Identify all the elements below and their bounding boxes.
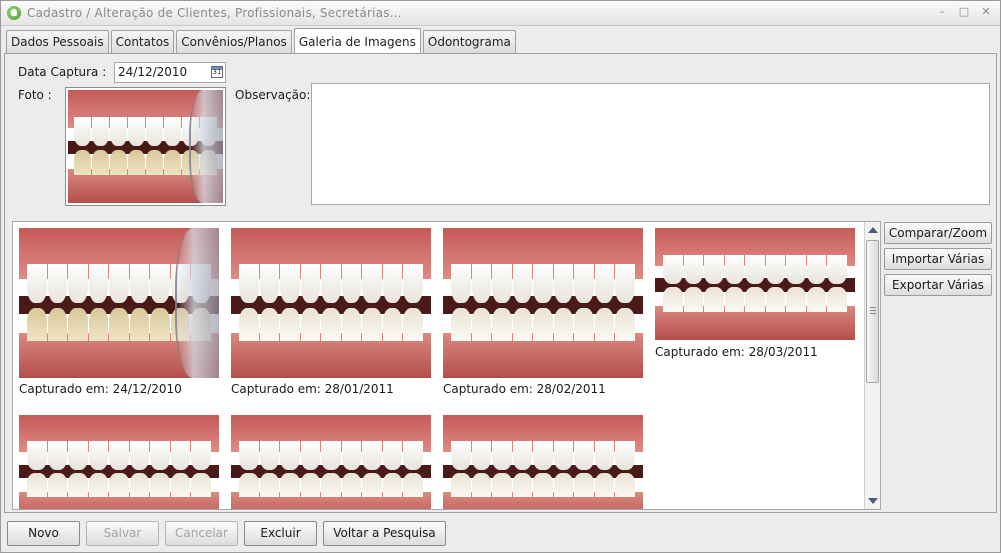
- gallery-scrollbar[interactable]: [864, 222, 880, 509]
- gallery-thumbnail[interactable]: [225, 409, 437, 509]
- export-multiple-button[interactable]: Exportar Várias: [884, 274, 992, 296]
- tab-odontograma[interactable]: Odontograma: [422, 30, 516, 53]
- maximize-icon[interactable]: □: [958, 6, 970, 18]
- gallery-thumbnail[interactable]: Capturado em: 28/02/2011: [437, 222, 649, 407]
- selected-photo[interactable]: [65, 87, 226, 206]
- tooth-logo-icon: [7, 6, 21, 20]
- teeth-photo-image: [19, 415, 219, 509]
- date-capture-label: Data Captura :: [18, 65, 107, 79]
- compare-zoom-button[interactable]: Comparar/Zoom: [884, 222, 992, 244]
- minimize-icon[interactable]: –: [936, 6, 948, 18]
- teeth-photo-image: [443, 228, 643, 378]
- gallery-thumbnail[interactable]: Capturado em: 28/01/2011: [225, 222, 437, 407]
- gallery-thumbnail[interactable]: Capturado em: 28/03/2011: [649, 222, 861, 370]
- tab-dados-pessoais[interactable]: Dados Pessoais: [6, 30, 109, 53]
- gallery-thumbnail[interactable]: [13, 409, 225, 509]
- teeth-photo-image: [19, 228, 219, 378]
- teeth-photo-image: [655, 228, 855, 340]
- save-button[interactable]: Salvar: [86, 521, 159, 546]
- scroll-thumb[interactable]: [866, 240, 879, 383]
- capture-date-caption: Capturado em: 28/01/2011: [231, 382, 394, 396]
- close-icon[interactable]: ✕: [980, 6, 992, 18]
- tab-convenios-planos[interactable]: Convênios/Planos: [176, 30, 292, 53]
- teeth-photo-image: [443, 415, 643, 509]
- calendar-icon[interactable]: 31: [211, 66, 223, 78]
- capture-date-caption: Capturado em: 28/03/2011: [655, 345, 818, 359]
- teeth-photo-image: [68, 90, 223, 203]
- photo-label: Foto :: [18, 88, 52, 102]
- new-button[interactable]: Novo: [7, 521, 80, 546]
- capture-date-caption: Capturado em: 24/12/2010: [19, 382, 182, 396]
- window-title: Cadastro / Alteração de Clientes, Profis…: [27, 6, 402, 20]
- back-to-search-button[interactable]: Voltar a Pesquisa: [323, 521, 446, 546]
- gallery-tab-panel: Data Captura : 24/12/2010 31 Foto : Obse…: [4, 53, 997, 513]
- date-capture-value: 24/12/2010: [118, 65, 188, 79]
- app-window: Cadastro / Alteração de Clientes, Profis…: [0, 0, 1001, 553]
- cancel-button[interactable]: Cancelar: [165, 521, 238, 546]
- tab-contatos[interactable]: Contatos: [110, 30, 175, 53]
- import-multiple-button[interactable]: Importar Várias: [884, 248, 992, 270]
- gallery-thumbnail[interactable]: Capturado em: 24/12/2010: [13, 222, 225, 407]
- gallery-thumbnail[interactable]: [437, 409, 649, 509]
- tab-galeria-de-imagens[interactable]: Galeria de Imagens: [293, 28, 421, 53]
- teeth-photo-image: [231, 228, 431, 378]
- teeth-photo-image: [231, 415, 431, 509]
- date-capture-field[interactable]: 24/12/2010 31: [114, 62, 226, 83]
- window-controls: – □ ✕: [936, 6, 992, 18]
- observation-textarea[interactable]: [311, 83, 990, 205]
- title-bar: Cadastro / Alteração de Clientes, Profis…: [1, 1, 1000, 26]
- scroll-down-icon[interactable]: [868, 498, 878, 504]
- grip-icon: [870, 307, 876, 314]
- scroll-up-icon[interactable]: [868, 227, 878, 233]
- delete-button[interactable]: Excluir: [244, 521, 317, 546]
- image-gallery: Capturado em: 24/12/2010 Capturado em: 28…: [12, 221, 881, 510]
- observation-label: Observação:: [235, 88, 311, 102]
- capture-date-caption: Capturado em: 28/02/2011: [443, 382, 606, 396]
- tab-bar: Dados Pessoais Contatos Convênios/Planos…: [6, 28, 518, 53]
